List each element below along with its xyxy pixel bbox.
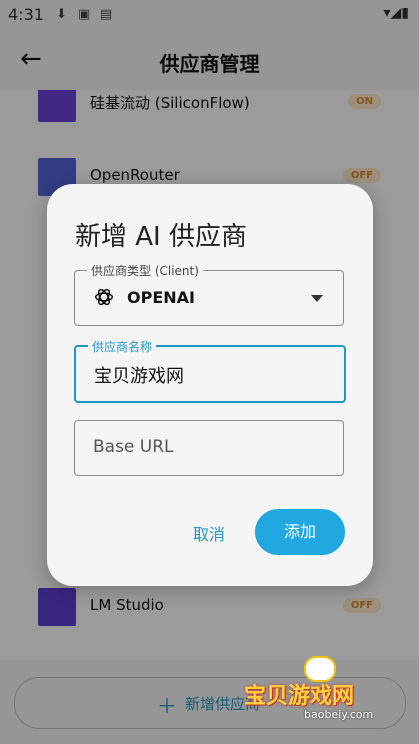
provider-name-label: 供应商名称	[88, 338, 157, 355]
base-url-field[interactable]: Base URL	[74, 420, 344, 476]
provider-type-select[interactable]: 供应商类型 (Client) OPENAI	[74, 262, 344, 326]
cancel-button[interactable]: 取消	[193, 521, 225, 545]
add-button[interactable]: 添加	[255, 509, 345, 555]
watermark: 宝贝游戏网 baobeiy.com	[244, 656, 394, 726]
openai-icon	[95, 288, 113, 306]
watermark-text: 宝贝游戏网	[244, 684, 355, 709]
dialog-title: 新增 AI 供应商	[75, 222, 247, 252]
watermark-url: baobeiy.com	[304, 708, 374, 721]
base-url-placeholder: Base URL	[93, 437, 174, 457]
add-provider-dialog: 新增 AI 供应商 供应商类型 (Client) OPENAI 供应商名称 宝贝…	[47, 184, 373, 586]
provider-type-label: 供应商类型 (Client)	[87, 262, 203, 279]
provider-type-value: OPENAI	[127, 288, 195, 307]
provider-name-field[interactable]: 供应商名称 宝贝游戏网	[74, 338, 346, 403]
chevron-down-icon	[311, 295, 323, 302]
provider-name-value: 宝贝游戏网	[94, 366, 184, 387]
